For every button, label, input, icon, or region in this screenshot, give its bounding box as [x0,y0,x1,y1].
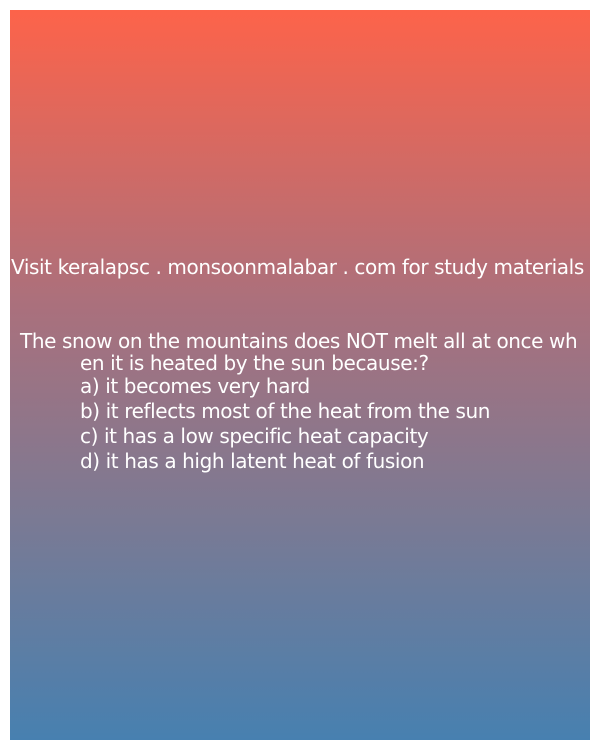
question-text: The snow on the mountains does NOT melt … [20,329,578,375]
question-card: Visit keralapsc . monsoonmalabar . com f… [10,10,590,740]
promo-text: Visit keralapsc . monsoonmalabar . com f… [11,255,584,279]
option-a: a) it becomes very hard [80,374,310,398]
option-d: d) it has a high latent heat of fusion [80,449,425,473]
option-c: c) it has a low specific heat capacity [80,424,429,448]
answer-options: a) it becomes very hard b) it reflects m… [20,374,586,474]
question-block: The snow on the mountains does NOT melt … [20,330,586,474]
option-b: b) it reflects most of the heat from the… [80,399,491,423]
